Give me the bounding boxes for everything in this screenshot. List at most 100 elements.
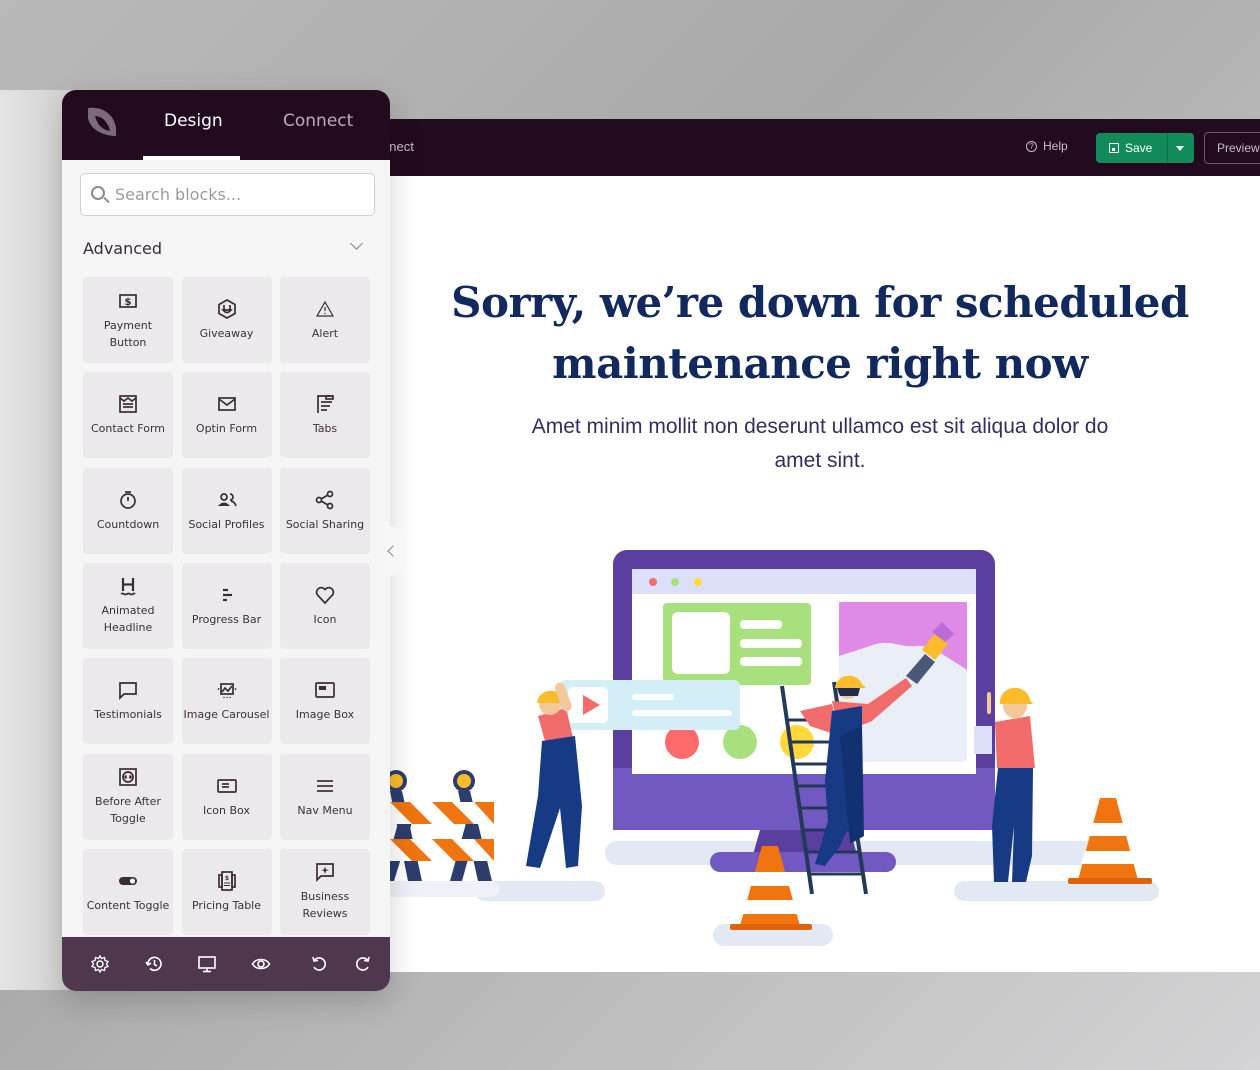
block-pricing-table[interactable]: $ Pricing Table (181, 848, 272, 935)
business-reviews-icon (316, 863, 334, 883)
block-image-carousel[interactable]: Image Carousel (181, 658, 272, 745)
block-label: Tabs (312, 422, 338, 436)
before-after-toggle-icon (119, 768, 137, 786)
page-headline[interactable]: Sorry, we’re down for scheduled maintena… (430, 272, 1210, 394)
block-label: Icon Box (203, 803, 250, 817)
block-image-box[interactable]: Image Box (280, 658, 370, 745)
collapse-sidebar-button[interactable] (378, 526, 404, 576)
block-label: Social Sharing (285, 517, 365, 531)
block-label: Testimonials (94, 708, 162, 722)
gear-icon[interactable] (90, 954, 110, 974)
block-icon[interactable]: Icon (280, 562, 370, 649)
card-line (740, 620, 782, 629)
block-label: Payment Button (103, 318, 153, 349)
payment-button-icon: $ (119, 293, 137, 308)
block-alert[interactable]: Alert (280, 277, 370, 363)
social-sharing-icon (315, 490, 334, 509)
section-title-advanced[interactable]: Advanced (83, 239, 162, 258)
undo-icon[interactable] (309, 954, 329, 974)
save-dropdown-icon[interactable] (1176, 145, 1184, 151)
animated-headline-icon (120, 578, 136, 596)
eye-icon[interactable] (251, 954, 271, 974)
social-profiles-icon (217, 492, 237, 506)
heart-icon (315, 586, 335, 605)
seedprod-logo-icon[interactable] (82, 102, 120, 140)
svg-text:$: $ (224, 875, 228, 882)
content-toggle-icon (119, 876, 137, 885)
icon-box-icon (216, 778, 237, 793)
browser-dot-red (649, 578, 657, 586)
help-label: Help (1043, 139, 1068, 153)
block-business-reviews[interactable]: Business Reviews (280, 848, 370, 935)
help-icon: ? (1026, 140, 1037, 152)
barricade (382, 770, 494, 881)
block-optin-form[interactable]: Optin Form (181, 372, 272, 459)
tab-design[interactable]: Design (164, 111, 223, 131)
search-input[interactable] (115, 185, 355, 204)
editor-window: nnect ? Help Save Preview Sorry, we’re d… (370, 119, 1260, 972)
pricing-table-icon: $ (217, 870, 236, 891)
page-subtext[interactable]: Amet minim mollit non deserunt ullamco e… (520, 410, 1120, 478)
block-label: Animated Headline (101, 604, 155, 635)
save-button[interactable]: Save (1096, 133, 1168, 163)
tab-connect[interactable]: Connect (283, 111, 353, 131)
optin-form-icon (217, 397, 236, 412)
progress-bar-icon (222, 588, 232, 601)
block-nav-menu[interactable]: Nav Menu (280, 753, 370, 840)
desktop-icon[interactable] (197, 954, 217, 974)
red-circle (665, 725, 699, 759)
countdown-icon (120, 490, 136, 509)
block-social-sharing[interactable]: Social Sharing (280, 467, 370, 554)
contact-form-icon (119, 395, 137, 414)
block-testimonials[interactable]: Testimonials (83, 658, 173, 745)
nav-menu-icon (317, 779, 333, 792)
search-box (80, 173, 375, 216)
monitor-stand (710, 852, 896, 872)
giveaway-icon (217, 299, 236, 319)
history-icon[interactable] (144, 954, 164, 974)
search-icon (91, 186, 105, 200)
block-label: Pricing Table (191, 898, 262, 912)
chevron-left-icon (386, 545, 399, 557)
top-bar: nnect ? Help Save Preview (370, 119, 1260, 176)
blocks-sidebar: Design Connect Advanced $ Payment Button G… (62, 90, 390, 991)
block-content-toggle[interactable]: Content Toggle (83, 848, 173, 935)
block-label: Content Toggle (86, 898, 170, 912)
block-before-after-toggle[interactable]: Before After Toggle (83, 753, 173, 840)
help-button[interactable]: ? Help (1026, 139, 1068, 153)
maintenance-illustration[interactable] (370, 536, 1260, 956)
image-box-icon (315, 682, 335, 699)
card-image (672, 612, 730, 674)
green-circle (723, 725, 757, 759)
block-animated-headline[interactable]: Animated Headline (83, 562, 173, 649)
block-label: Optin Form (195, 422, 258, 436)
block-label: Before After Toggle (95, 795, 161, 825)
block-label: Image Carousel (183, 708, 270, 722)
block-countdown[interactable]: Countdown (83, 467, 173, 554)
block-social-profiles[interactable]: Social Profiles (181, 467, 272, 554)
preview-button[interactable]: Preview (1204, 132, 1260, 164)
block-contact-form[interactable]: Contact Form (83, 372, 173, 459)
block-label: Giveaway (199, 327, 254, 340)
block-giveaway[interactable]: Giveaway (181, 277, 272, 363)
active-tab-indicator (143, 156, 240, 160)
block-label: Icon (313, 612, 337, 626)
sidebar-footer (62, 937, 390, 991)
block-label: Image Box (295, 708, 355, 722)
alert-icon (315, 300, 335, 317)
block-tabs[interactable]: Tabs (280, 372, 370, 459)
block-label: Countdown (96, 517, 160, 531)
save-label: Save (1125, 141, 1153, 155)
card-line (740, 657, 802, 666)
block-icon-box[interactable]: Icon Box (181, 753, 272, 840)
browser-bar (632, 569, 976, 594)
testimonials-icon (119, 682, 137, 701)
browser-dot-green (671, 578, 679, 586)
block-payment-button[interactable]: $ Payment Button (83, 277, 173, 363)
chevron-down-icon[interactable] (350, 237, 363, 250)
block-label: Contact Form (90, 422, 165, 436)
block-progress-bar[interactable]: Progress Bar (181, 562, 272, 649)
redo-icon[interactable] (353, 954, 373, 974)
block-label: Social Profiles (188, 517, 265, 531)
sidebar-header: Design Connect (62, 90, 390, 160)
